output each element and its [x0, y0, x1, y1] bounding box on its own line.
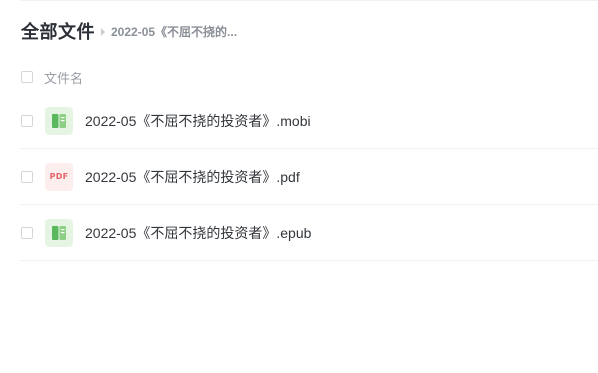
list-header: 文件名	[21, 66, 83, 88]
file-row-pdf[interactable]: PDF 2022-05《不屈不挠的投资者》.pdf	[20, 149, 598, 205]
breadcrumb-separator-icon	[101, 27, 105, 36]
top-divider	[20, 0, 598, 1]
ebook-icon	[45, 218, 73, 247]
file-browser: 全部文件 2022-05《不屈不挠的... 文件名 2022-05《不屈不挠的投…	[0, 0, 598, 373]
file-row-mobi[interactable]: 2022-05《不屈不挠的投资者》.mobi	[20, 93, 598, 149]
file-row-epub[interactable]: 2022-05《不屈不挠的投资者》.epub	[20, 205, 598, 261]
file-list: 2022-05《不屈不挠的投资者》.mobi PDF 2022-05《不屈不挠的…	[20, 93, 598, 261]
ebook-icon	[45, 106, 73, 135]
breadcrumb: 全部文件 2022-05《不屈不挠的...	[21, 18, 237, 44]
file-name[interactable]: 2022-05《不屈不挠的投资者》.pdf	[85, 167, 300, 187]
file-name[interactable]: 2022-05《不屈不挠的投资者》.mobi	[85, 111, 311, 131]
column-header-filename[interactable]: 文件名	[44, 68, 83, 87]
file-checkbox[interactable]	[21, 114, 33, 127]
file-checkbox[interactable]	[21, 226, 33, 239]
breadcrumb-current-folder: 2022-05《不屈不挠的...	[111, 24, 238, 39]
file-checkbox[interactable]	[21, 170, 33, 183]
breadcrumb-root-link[interactable]: 全部文件	[21, 18, 95, 44]
select-all-checkbox[interactable]	[21, 71, 33, 83]
pdf-icon: PDF	[45, 162, 73, 191]
file-name[interactable]: 2022-05《不屈不挠的投资者》.epub	[85, 223, 311, 243]
